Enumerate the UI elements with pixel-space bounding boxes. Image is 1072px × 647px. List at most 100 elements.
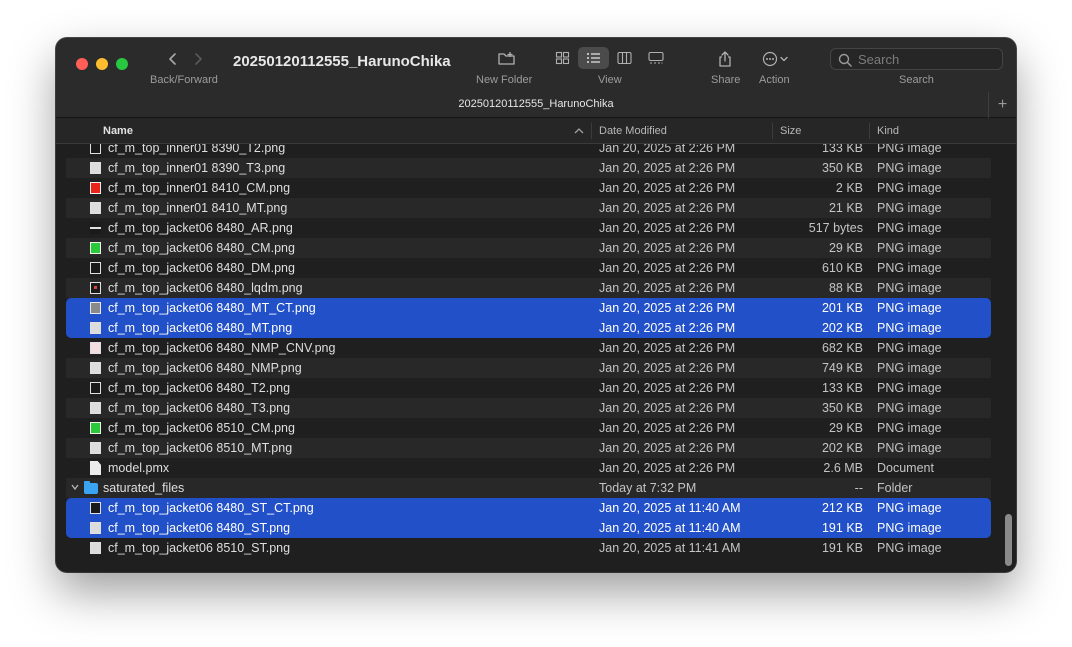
search-input[interactable]: Search	[858, 52, 899, 67]
file-row[interactable]: cf_m_top_jacket06 8480_NMP_CNV.png Jan 20…	[66, 338, 991, 358]
file-row[interactable]: cf_m_top_inner01 8390_T2.png Jan 20, 2025…	[66, 144, 991, 158]
file-row[interactable]: cf_m_top_jacket06 8510_CM.png Jan 20, 202…	[66, 418, 991, 438]
png-thumbnail-icon	[90, 422, 101, 434]
file-row[interactable]: cf_m_top_jacket06 8480_T3.png Jan 20, 202…	[66, 398, 991, 418]
file-row[interactable]: cf_m_top_jacket06 8480_ST_CT.png Jan 20, …	[66, 498, 991, 518]
tab-bar: 20250120112555_HarunoChika +	[56, 92, 1016, 118]
minimize-window-button[interactable]	[96, 58, 108, 70]
new-folder-button[interactable]	[497, 50, 517, 68]
column-divider[interactable]	[869, 123, 870, 139]
file-row[interactable]: cf_m_top_jacket06 8480_CM.png Jan 20, 202…	[66, 238, 991, 258]
file-size: 350 KB	[821, 161, 863, 175]
file-size: 610 KB	[821, 261, 863, 275]
column-view-button[interactable]	[609, 47, 640, 69]
png-thumbnail-icon	[90, 442, 101, 454]
column-header-kind[interactable]: Kind	[877, 125, 899, 137]
png-thumbnail-icon	[90, 242, 101, 254]
new-tab-button[interactable]: +	[988, 92, 1016, 118]
file-row[interactable]: cf_m_top_jacket06 8480_DM.png Jan 20, 202…	[66, 258, 991, 278]
list-view-button[interactable]	[578, 47, 609, 69]
document-icon	[90, 461, 101, 475]
file-row[interactable]: cf_m_top_jacket06 8510_ST.png Jan 20, 202…	[66, 538, 991, 558]
file-name: cf_m_top_jacket06 8480_lqdm.png	[108, 281, 303, 295]
column-header-date[interactable]: Date Modified	[599, 125, 667, 137]
file-row[interactable]: cf_m_top_inner01 8410_CM.png Jan 20, 2025…	[66, 178, 991, 198]
date-modified: Jan 20, 2025 at 2:26 PM	[599, 461, 736, 475]
file-row[interactable]: cf_m_top_inner01 8410_MT.png Jan 20, 2025…	[66, 198, 991, 218]
png-thumbnail-icon	[90, 162, 101, 174]
search-label: Search	[899, 74, 934, 86]
date-modified: Jan 20, 2025 at 2:26 PM	[599, 441, 736, 455]
file-row[interactable]: cf_m_top_jacket06 8480_NMP.png Jan 20, 20…	[66, 358, 991, 378]
file-kind: Folder	[877, 481, 913, 495]
file-name: cf_m_top_jacket06 8480_CM.png	[108, 241, 295, 255]
tab-folder[interactable]: 20250120112555_HarunoChika	[56, 98, 1016, 110]
view-mode-group	[547, 47, 671, 69]
file-kind: PNG image	[877, 501, 942, 515]
file-size: 350 KB	[821, 401, 863, 415]
png-thumbnail-icon	[90, 522, 101, 534]
date-modified: Jan 20, 2025 at 2:26 PM	[599, 321, 736, 335]
date-modified: Jan 20, 2025 at 11:40 AM	[599, 501, 741, 515]
gallery-view-button[interactable]	[640, 47, 671, 69]
share-label: Share	[711, 74, 741, 86]
file-size: --	[854, 481, 863, 495]
file-kind: PNG image	[877, 521, 942, 535]
action-label: Action	[759, 74, 790, 86]
file-size: 191 KB	[821, 541, 863, 555]
zoom-window-button[interactable]	[116, 58, 128, 70]
file-name: cf_m_top_jacket06 8480_T2.png	[108, 381, 291, 395]
vertical-scrollbar[interactable]	[1000, 144, 1016, 572]
file-name: cf_m_top_jacket06 8480_DM.png	[108, 261, 295, 275]
file-row[interactable]: cf_m_top_jacket06 8480_MT.png Jan 20, 202…	[66, 318, 991, 338]
file-name: cf_m_top_jacket06 8510_CM.png	[108, 421, 295, 435]
png-thumbnail-icon	[90, 542, 101, 554]
file-kind: PNG image	[877, 381, 942, 395]
forward-button[interactable]	[189, 50, 207, 68]
file-kind: PNG image	[877, 421, 942, 435]
file-kind: PNG image	[877, 261, 942, 275]
file-kind: Document	[877, 461, 934, 475]
date-modified: Jan 20, 2025 at 11:40 AM	[599, 521, 741, 535]
ellipsis-circle-icon	[762, 51, 788, 67]
file-name: model.pmx	[108, 461, 170, 475]
new-folder-icon	[498, 52, 515, 65]
date-modified: Jan 20, 2025 at 2:26 PM	[599, 221, 736, 235]
disclosure-triangle-icon[interactable]	[70, 482, 80, 492]
plus-icon: +	[997, 96, 1008, 113]
png-thumbnail-icon	[90, 322, 101, 334]
share-button[interactable]	[717, 50, 733, 68]
file-kind: PNG image	[877, 201, 942, 215]
png-thumbnail-icon	[90, 144, 101, 154]
close-window-button[interactable]	[76, 58, 88, 70]
file-row[interactable]: cf_m_top_jacket06 8480_MT_CT.png Jan 20, …	[66, 298, 991, 318]
file-row[interactable]: cf_m_top_inner01 8390_T3.png Jan 20, 2025…	[66, 158, 991, 178]
search-field[interactable]: Search	[830, 48, 1003, 70]
scrollbar-thumb[interactable]	[1005, 514, 1012, 566]
file-row[interactable]: model.pmx Jan 20, 2025 at 2:26 PM 2.6 MB Do…	[66, 458, 991, 478]
file-row[interactable]: cf_m_top_jacket06 8480_lqdm.png Jan 20, 2…	[66, 278, 991, 298]
action-button[interactable]	[762, 50, 792, 68]
folder-row[interactable]: saturated_files Today at 7:32 PM -- Folder	[66, 478, 991, 498]
back-button[interactable]	[164, 50, 182, 68]
file-row[interactable]: cf_m_top_jacket06 8480_ST.png Jan 20, 202…	[66, 518, 991, 538]
columns-icon	[617, 51, 632, 65]
file-row[interactable]: cf_m_top_jacket06 8510_MT.png Jan 20, 202…	[66, 438, 991, 458]
column-divider[interactable]	[591, 123, 592, 139]
grid-icon	[555, 51, 570, 65]
file-size: 29 KB	[828, 241, 863, 255]
column-divider[interactable]	[772, 123, 773, 139]
file-row[interactable]: cf_m_top_jacket06 8480_AR.png Jan 20, 202…	[66, 218, 991, 238]
folder-icon	[84, 481, 98, 494]
file-size: 212 KB	[821, 501, 863, 515]
file-kind: PNG image	[877, 541, 942, 555]
file-name: cf_m_top_jacket06 8480_AR.png	[108, 221, 293, 235]
column-header-name[interactable]: Name	[103, 125, 133, 137]
column-header-size[interactable]: Size	[780, 125, 801, 137]
icon-view-button[interactable]	[547, 47, 578, 69]
window-title: 20250120112555_HarunoChika	[233, 53, 451, 70]
date-modified: Jan 20, 2025 at 2:26 PM	[599, 401, 736, 415]
file-row[interactable]: cf_m_top_jacket06 8480_T2.png Jan 20, 202…	[66, 378, 991, 398]
column-header: Name Date Modified Size Kind	[56, 118, 1016, 144]
file-name: cf_m_top_inner01 8410_MT.png	[108, 201, 288, 215]
